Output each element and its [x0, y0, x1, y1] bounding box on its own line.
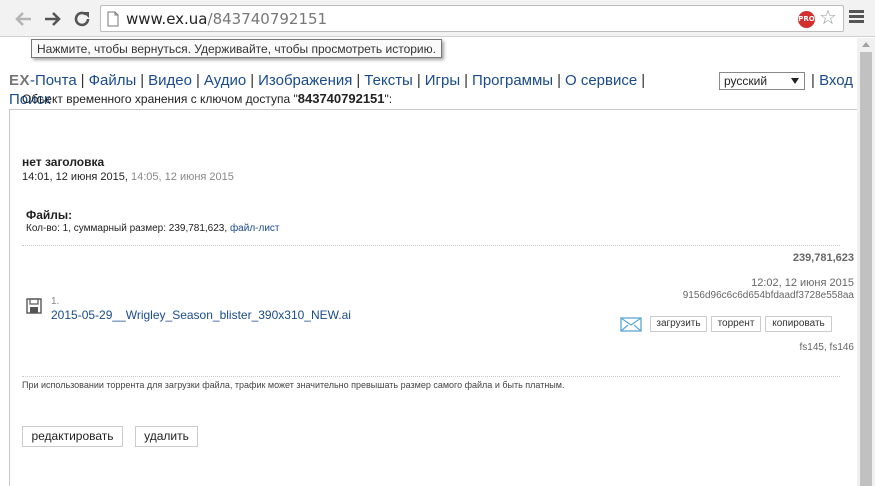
browser-toolbar: www.ex.ua/843740792151 PRO ☆	[0, 0, 875, 37]
torrent-button[interactable]: торрент	[711, 316, 761, 332]
object-dates: 14:01, 12 июня 2015, 14:05, 12 июня 2015	[22, 171, 234, 183]
nav-audio-link[interactable]: Аудио	[204, 72, 246, 89]
object-title: нет заголовка	[22, 155, 105, 169]
file-date: 12:02, 12 июня 2015	[751, 277, 854, 289]
nav-images-link[interactable]: Изображения	[258, 72, 352, 89]
pro-extension-icon[interactable]: PRO	[798, 11, 815, 28]
url-text[interactable]: www.ex.ua/843740792151	[126, 10, 327, 28]
login-link[interactable]: Вход	[819, 72, 853, 89]
nav-texts-link[interactable]: Тексты	[364, 72, 413, 89]
back-icon[interactable]	[12, 8, 34, 30]
nav-files-link[interactable]: Файлы	[89, 72, 137, 89]
delete-button[interactable]: удалить	[135, 426, 198, 447]
menu-icon[interactable]	[849, 10, 864, 24]
files-summary: Кол-во: 1, суммарный размер: 239,781,623…	[26, 223, 280, 234]
file-name-link[interactable]: 2015-05-29__Wrigley_Season_blister_390x3…	[51, 308, 351, 322]
forward-icon[interactable]	[42, 8, 64, 30]
floppy-disk-icon	[26, 298, 42, 314]
file-size: 239,781,623	[792, 252, 854, 264]
file-hash: 9156d96c6c6d654bfdaadf3728e558aa	[682, 290, 854, 301]
files-heading: Файлы:	[26, 208, 73, 222]
copy-button[interactable]: копировать	[765, 316, 832, 332]
page-icon	[107, 11, 119, 27]
access-key: 843740792151	[297, 91, 385, 106]
nav-about-link[interactable]: О сервисе	[565, 72, 637, 89]
vertical-scrollbar[interactable]	[857, 38, 875, 486]
back-tooltip: Нажмите, чтобы вернуться. Удерживайте, ч…	[31, 39, 442, 58]
scroll-up-arrow-icon[interactable]	[862, 42, 870, 47]
login-area: | Вход	[811, 72, 854, 89]
dropdown-arrow-icon	[791, 78, 799, 84]
bookmark-star-icon[interactable]: ☆	[819, 8, 837, 28]
ex-logo: EX	[9, 72, 31, 89]
scroll-thumb[interactable]	[860, 52, 872, 486]
top-navigation: EX-Почта | Файлы | Видео | Аудио | Изображения | Т…	[9, 72, 646, 89]
download-button[interactable]: загрузить	[650, 316, 707, 332]
reload-icon[interactable]	[71, 8, 93, 30]
file-number: 1.	[51, 296, 60, 307]
file-servers: fs145, fs146	[799, 342, 854, 353]
language-select[interactable]: русский	[719, 72, 805, 90]
nav-video-link[interactable]: Видео	[148, 72, 192, 89]
mail-icon[interactable]	[620, 317, 642, 332]
filelist-link[interactable]: файл-лист	[230, 223, 280, 234]
address-bar[interactable]: www.ex.ua/843740792151 PRO ☆	[100, 5, 844, 32]
nav-programs-link[interactable]: Программы	[472, 72, 553, 89]
object-key-line: Объект временного хранения с ключом дост…	[22, 91, 393, 106]
nav-mail-link[interactable]: EX-Почта	[9, 72, 77, 89]
nav-games-link[interactable]: Игры	[425, 72, 460, 89]
torrent-note: При использовании торрента для загрузки …	[22, 380, 565, 390]
edit-button[interactable]: редактировать	[22, 426, 123, 447]
divider	[22, 245, 840, 246]
divider	[22, 376, 840, 377]
